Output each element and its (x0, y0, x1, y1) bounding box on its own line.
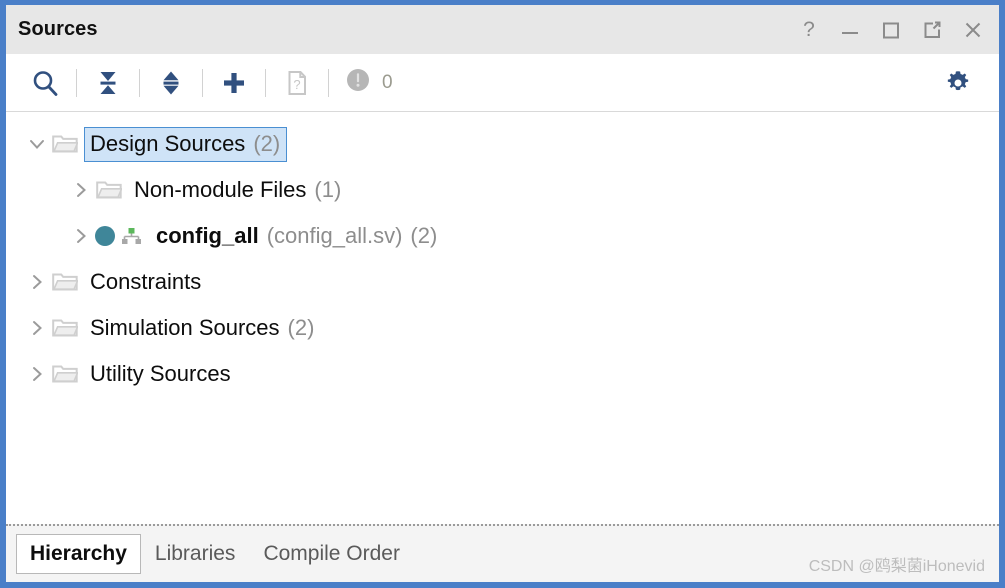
module-circle-icon (95, 226, 115, 246)
tree-item-label-box[interactable]: config_all (config_all.sv) (2) (150, 219, 444, 254)
tree-item-label: Design Sources (90, 130, 246, 156)
tree-item-label-box[interactable]: Utility Sources (84, 357, 238, 392)
titlebar: Sources ? (6, 5, 999, 54)
tree-item-label: config_all (156, 222, 259, 248)
watermark: CSDN @鸥梨菌iHonevid (808, 558, 985, 575)
tree-item-label: Constraints (90, 268, 202, 294)
tree-item-label: Simulation Sources (90, 314, 280, 340)
chevron-down-icon[interactable] (24, 134, 50, 154)
add-sources-icon[interactable] (211, 60, 257, 106)
tab-hierarchy[interactable]: Hierarchy (16, 534, 141, 574)
tree-row[interactable]: Non-module Files (1) (6, 167, 999, 213)
tree-item-filename: (config_all.sv) (266, 222, 403, 248)
help-icon[interactable]: ? (797, 18, 821, 42)
tree-item-label-box[interactable]: Simulation Sources (2) (84, 311, 321, 346)
tree-row[interactable]: Utility Sources (6, 351, 999, 397)
chevron-right-icon[interactable] (68, 226, 94, 246)
toolbar-separator (139, 68, 140, 97)
maximize-icon[interactable] (879, 18, 903, 42)
collapse-all-icon[interactable] (85, 60, 131, 106)
tree-item-count: (2) (410, 222, 438, 248)
folder-icon (94, 179, 124, 201)
tree-item-label-box[interactable]: Constraints (84, 265, 208, 300)
toolbar-separator (76, 68, 77, 97)
tree-item-label: Utility Sources (90, 360, 231, 386)
titlebar-buttons: ? (797, 18, 985, 42)
toolbar-separator (328, 68, 329, 97)
toolbar: ? 0 (6, 54, 999, 112)
svg-text:?: ? (803, 19, 815, 41)
svg-text:?: ? (293, 77, 300, 92)
tree-item-label: Non-module Files (134, 176, 307, 202)
toolbar-separator (202, 68, 203, 97)
folder-icon (50, 271, 80, 293)
tree-row[interactable]: config_all (config_all.sv) (2) (6, 213, 999, 259)
gear-icon[interactable] (935, 60, 981, 106)
tree-row[interactable]: Constraints (6, 259, 999, 305)
panel-title: Sources (18, 18, 98, 40)
close-icon[interactable] (961, 18, 985, 42)
tree-item-count: (2) (287, 314, 315, 340)
minimize-icon[interactable] (838, 18, 862, 42)
sources-tree[interactable]: Design Sources (2) Non-module Files (1) (6, 112, 999, 524)
chevron-right-icon[interactable] (24, 318, 50, 338)
tree-item-count: (2) (253, 130, 281, 156)
module-icon (94, 225, 141, 247)
warnings-group[interactable]: 0 (337, 67, 393, 98)
toolbar-separator (265, 68, 266, 97)
tree-row[interactable]: Design Sources (2) (6, 121, 999, 167)
folder-icon (50, 363, 80, 385)
warning-count: 0 (382, 71, 393, 93)
tree-item-count: (1) (314, 176, 342, 202)
folder-icon (50, 317, 80, 339)
chevron-right-icon[interactable] (68, 180, 94, 200)
chevron-right-icon[interactable] (24, 272, 50, 292)
sources-panel-window: Sources ? ? 0 Design Sources (2) Non-mod… (0, 0, 1005, 588)
tree-row[interactable]: Simulation Sources (2) (6, 305, 999, 351)
hierarchy-icon (122, 228, 141, 244)
expand-all-icon[interactable] (148, 60, 194, 106)
warning-circle-icon (345, 67, 371, 98)
float-icon[interactable] (920, 18, 944, 42)
chevron-right-icon[interactable] (24, 364, 50, 384)
folder-icon (50, 133, 80, 155)
search-icon[interactable] (22, 60, 68, 106)
footer-tabbar: Hierarchy Libraries Compile Order CSDN @… (6, 524, 999, 582)
tab-libraries[interactable]: Libraries (141, 534, 250, 574)
tab-compile-order[interactable]: Compile Order (249, 534, 414, 574)
tree-item-label-box[interactable]: Non-module Files (1) (128, 173, 348, 208)
tree-item-label-box[interactable]: Design Sources (2) (84, 126, 288, 162)
unknown-files-icon[interactable]: ? (274, 60, 320, 106)
